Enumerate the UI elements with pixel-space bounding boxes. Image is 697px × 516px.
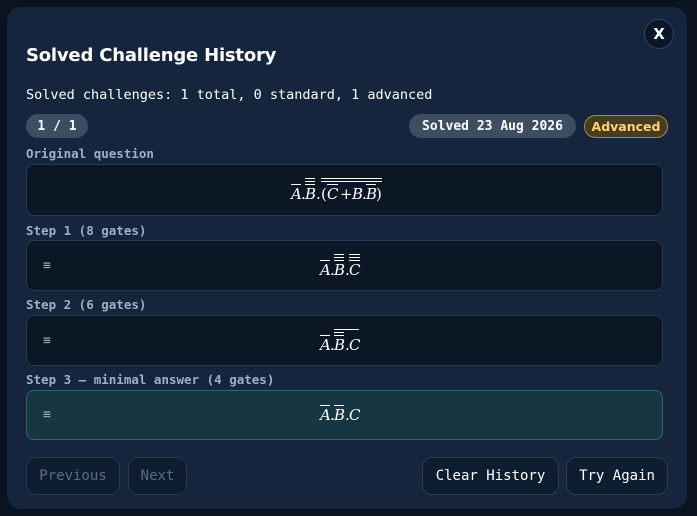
- expression-formula: A . B . C: [319, 328, 361, 354]
- original-question-box: A . B . ( C + B . B ): [26, 164, 663, 216]
- step-1-expression: A . B . C: [27, 241, 662, 290]
- difficulty-badge: Advanced: [584, 115, 668, 138]
- svg-text:B: B: [333, 261, 345, 279]
- expression-formula: A . B . C: [319, 405, 361, 424]
- step-1-box[interactable]: ≡ A . B . C: [26, 240, 663, 291]
- expression-formula: A . B . C: [319, 253, 361, 279]
- svg-text:C: C: [349, 336, 361, 354]
- svg-text:B: B: [304, 185, 316, 203]
- svg-text:+: +: [340, 185, 353, 203]
- svg-text:C: C: [327, 185, 339, 203]
- try-again-button[interactable]: Try Again: [566, 457, 668, 495]
- next-button[interactable]: Next: [128, 457, 187, 495]
- svg-text:B: B: [333, 406, 345, 424]
- solved-summary: Solved challenges: 1 total, 0 standard, …: [26, 87, 433, 103]
- close-icon: X: [653, 25, 665, 43]
- svg-text:C: C: [349, 406, 361, 424]
- step-3-label: Step 3 — minimal answer (4 gates): [26, 372, 275, 387]
- step-3-expression: A . B . C: [27, 391, 662, 431]
- clear-history-button[interactable]: Clear History: [422, 457, 559, 495]
- modal-title: Solved Challenge History: [26, 45, 277, 66]
- original-question-expression: A . B . ( C + B . B ): [27, 165, 662, 215]
- step-2-label: Step 2 (6 gates): [26, 297, 147, 312]
- svg-text:(: (: [321, 185, 327, 203]
- expression-formula: A . B . ( C + B . B ): [290, 178, 382, 203]
- challenge-history-modal: X Solved Challenge History Solved challe…: [7, 7, 687, 509]
- history-counter: 1 / 1: [26, 114, 88, 138]
- step-2-box[interactable]: ≡ A . B . C: [26, 315, 663, 366]
- step-3-box[interactable]: ≡ A . B . C: [26, 390, 663, 440]
- step-1-label: Step 1 (8 gates): [26, 223, 147, 238]
- svg-text:B: B: [333, 336, 345, 354]
- svg-text:): ): [376, 185, 382, 203]
- close-button[interactable]: X: [644, 19, 674, 49]
- original-question-label: Original question: [26, 146, 154, 161]
- svg-text:C: C: [349, 261, 361, 279]
- step-2-expression: A . B . C: [27, 316, 662, 365]
- previous-button[interactable]: Previous: [26, 457, 120, 495]
- solved-date-badge: Solved 23 Aug 2026: [409, 114, 576, 138]
